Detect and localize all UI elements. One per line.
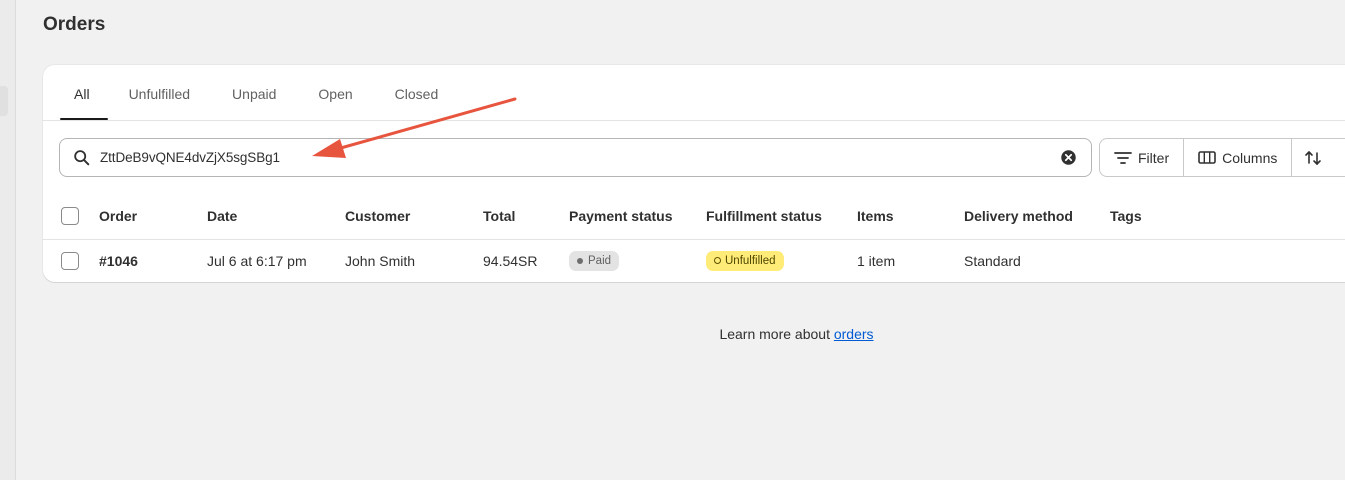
header-items[interactable]: Items bbox=[857, 193, 964, 240]
fulfillment-status-label: Unfulfilled bbox=[725, 254, 776, 267]
table-toolbar: Filter Columns bbox=[1099, 138, 1345, 177]
orders-card: All Unfulfilled Unpaid Open Closed ZttDe… bbox=[43, 65, 1345, 282]
columns-button[interactable]: Columns bbox=[1184, 139, 1293, 176]
filter-button[interactable]: Filter bbox=[1100, 139, 1185, 176]
order-total: 94.54SR bbox=[483, 252, 538, 269]
header-fulfillment-status[interactable]: Fulfillment status bbox=[706, 193, 857, 240]
filter-icon bbox=[1114, 151, 1132, 164]
fulfillment-status-badge: Unfulfilled bbox=[706, 250, 784, 271]
sort-button[interactable] bbox=[1292, 139, 1340, 176]
order-number[interactable]: #1046 bbox=[99, 239, 207, 282]
tabs: All Unfulfilled Unpaid Open Closed bbox=[60, 65, 459, 121]
order-items: 1 item bbox=[857, 252, 896, 269]
search-value[interactable]: ZttDeB9vQNE4dvZjX5sgSBg1 bbox=[100, 150, 1060, 165]
tab-open[interactable]: Open bbox=[297, 65, 373, 121]
tab-closed[interactable]: Closed bbox=[374, 65, 460, 121]
clear-circle-icon[interactable] bbox=[1060, 149, 1077, 166]
tab-unpaid[interactable]: Unpaid bbox=[211, 65, 297, 121]
page-title: Orders bbox=[43, 14, 106, 35]
tabs-divider bbox=[43, 120, 1345, 121]
payment-status-badge: Paid bbox=[569, 250, 620, 271]
columns-label: Columns bbox=[1222, 149, 1278, 166]
learn-more-text: Learn more about bbox=[719, 326, 834, 342]
payment-status-label: Paid bbox=[588, 254, 612, 267]
columns-icon bbox=[1198, 151, 1216, 164]
header-total[interactable]: Total bbox=[483, 193, 569, 240]
learn-more: Learn more about orders bbox=[0, 326, 1345, 342]
table-header-row: Order Date Customer Total Payment status… bbox=[43, 193, 1345, 240]
search-input[interactable]: ZttDeB9vQNE4dvZjX5sgSBg1 bbox=[59, 138, 1092, 177]
header-payment-status[interactable]: Payment status bbox=[569, 193, 706, 240]
orders-help-link[interactable]: orders bbox=[834, 326, 874, 342]
select-all-checkbox[interactable] bbox=[61, 206, 79, 225]
header-customer[interactable]: Customer bbox=[345, 193, 483, 240]
tab-unfulfilled[interactable]: Unfulfilled bbox=[108, 65, 211, 121]
order-tags bbox=[1110, 239, 1345, 282]
orders-table: Order Date Customer Total Payment status… bbox=[43, 193, 1345, 282]
header-date[interactable]: Date bbox=[207, 193, 345, 240]
header-tags[interactable]: Tags bbox=[1110, 193, 1345, 240]
left-rail bbox=[0, 0, 16, 480]
unfulfilled-ring-icon bbox=[714, 257, 721, 265]
paid-dot-icon bbox=[577, 257, 583, 264]
sidebar-nub[interactable] bbox=[0, 86, 8, 116]
order-customer: John Smith bbox=[345, 252, 416, 269]
order-delivery-method: Standard bbox=[964, 252, 1021, 269]
tab-all[interactable]: All bbox=[60, 65, 108, 121]
search-icon bbox=[74, 149, 90, 165]
row-checkbox[interactable] bbox=[61, 251, 79, 270]
order-date: Jul 6 at 6:17 pm bbox=[207, 252, 307, 269]
sort-arrows-icon bbox=[1305, 150, 1322, 165]
filter-label: Filter bbox=[1138, 149, 1170, 166]
header-order[interactable]: Order bbox=[99, 193, 207, 240]
header-delivery-method[interactable]: Delivery method bbox=[964, 193, 1110, 240]
table-row[interactable]: #1046 Jul 6 at 6:17 pm John Smith 94.54S… bbox=[43, 239, 1345, 282]
